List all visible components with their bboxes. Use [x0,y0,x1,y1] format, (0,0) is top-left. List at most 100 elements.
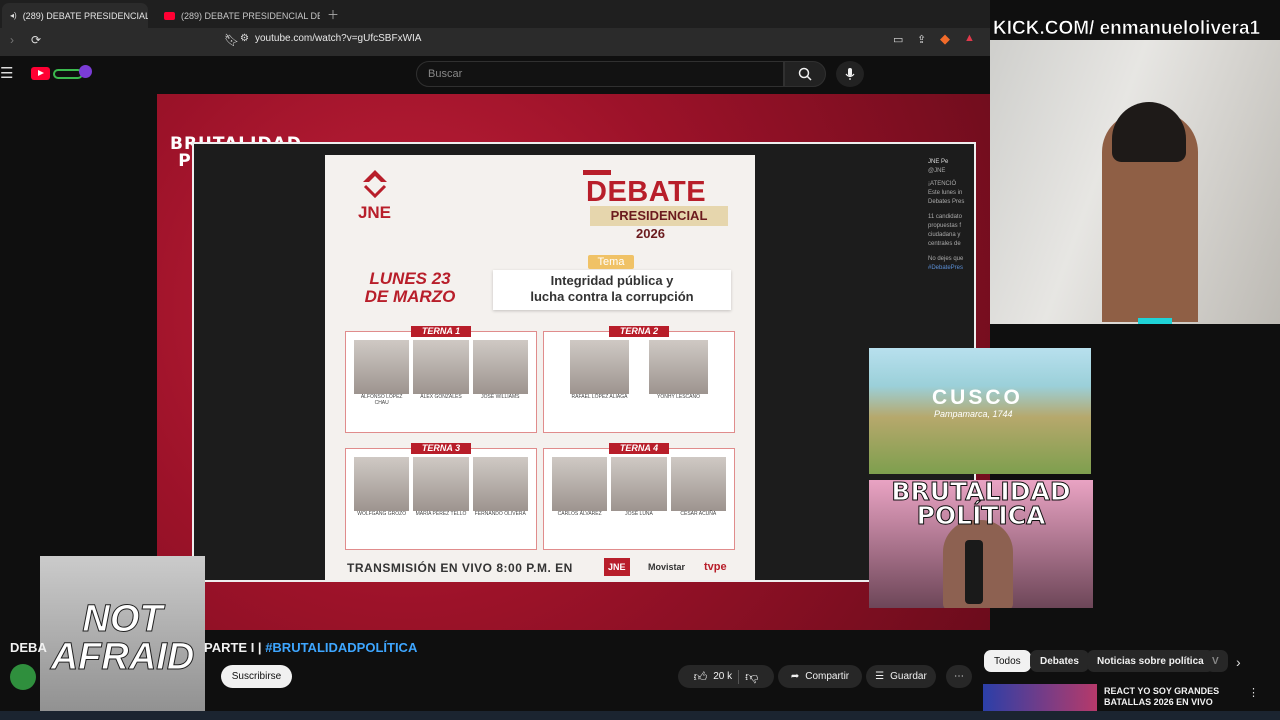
like-count: 20 k [713,671,733,682]
browser-tab-active[interactable]: ◂) (289) DEBATE PRESIDENCIAL ✕ [2,3,148,28]
chip-partial[interactable]: V [1206,650,1228,672]
terna-2: TERNA 2 RAFAEL LÓPEZ ALIAGA YONHY LESCAN… [543,326,735,433]
menu-icon[interactable]: ☰ [0,64,13,82]
streamer-overlay-text: BRUTALIDAD POLÍTICA [891,477,1071,530]
poster-transmision: TRANSMISIÓN EN VIVO 8:00 P.M. EN [347,561,573,575]
youtube-favicon-icon [164,11,175,20]
title-hashtag[interactable]: #BRUTALIDADPOLÍTICA [265,640,417,655]
candidate-name: CÉSAR ACUÑA [680,511,717,517]
tab-label: (289) DEBATE PRESIDENCIAL DEL JN [181,10,320,21]
tweet-line: Este lunes in [928,190,963,196]
kick-channel-text: KICK.COM/ enmanueloliverа1 [993,18,1261,40]
new-tab-icon[interactable]: ＋ [327,6,339,23]
recommendation-thumbnail[interactable] [983,684,1097,712]
like-button[interactable]: 👍︎ 20 k [694,669,733,685]
candidate-photo [472,457,528,511]
forward-icon[interactable]: › [10,33,14,47]
candidate-name: RAFAEL LÓPEZ ALIAGA [571,394,628,400]
candidate-photo [570,340,629,394]
thumbs-up-icon: 👍︎ [693,668,708,684]
tweet-panel: JNE Pe @JNE ¡ATENCIÓ Este lunes in Debat… [928,158,974,358]
movistar-logo: Movistar [648,562,686,572]
more-actions-button[interactable]: ⋯ [946,665,972,688]
cusco-subtitle: Pampamarca, 1744 [934,409,1013,419]
candidate-photo [649,340,708,394]
tema-line-1: Integridad pública y [550,273,674,288]
terna-title: TERNA 2 [609,326,669,337]
tweet-line: @JNE [928,168,946,174]
candidate-photo [354,457,410,511]
mic-icon [845,68,855,80]
tab-label: (289) DEBATE PRESIDENCIAL [22,10,148,21]
search-input[interactable]: Buscar [416,61,784,87]
candidate-name: ALFONSO LÓPEZ CHAU [360,394,403,406]
tweet-line: JNE Pe [928,159,949,165]
url-text[interactable]: youtube.com/watch?v=gUfcSBFxWIA [255,33,421,44]
share-button[interactable]: ➦ Compartir [778,665,862,688]
candidate-name: YONHY LESCANO [657,394,700,400]
tweet-line: Debates Pres [928,199,965,205]
chip-todos[interactable]: Todos [984,650,1031,672]
candidate-photo [413,457,469,511]
tweet-line: No dejes que [928,256,964,262]
reload-icon[interactable]: ⟳ [31,33,41,47]
terna-title: TERNA 1 [411,326,471,337]
cusco-title: CUSCO [932,386,1023,409]
more-icon: ⋯ [954,671,964,682]
candidate-photo [472,340,528,394]
chip-debates[interactable]: Debates [1030,650,1089,672]
youtube-doodle-logo[interactable] [53,65,93,82]
date-line-2: DE MARZO [364,287,456,306]
video-title-left: DEBA [10,640,47,655]
recommendation-menu-icon[interactable]: ⋮ [1248,686,1259,699]
poster-tema: Integridad pública y lucha contra la cor… [493,270,731,310]
voice-search-button[interactable] [836,61,864,87]
search-button[interactable] [784,61,826,87]
cast-icon[interactable]: ▭ [893,33,903,46]
candidate-photo [552,457,608,511]
webcam-overlay [990,40,1280,324]
webcam-light [1138,318,1172,324]
candidate-name: JOSÉ LUNA [625,511,653,517]
save-playlist-icon: ☰ [875,671,885,682]
share-icon[interactable]: ⇪ [917,33,926,46]
candidate-photo [611,457,667,511]
debate-accent-bar [583,170,611,175]
tvpe-logo: tvpe [704,561,727,573]
audio-icon: ◂) [10,11,17,20]
terna-title: TERNA 4 [609,443,669,454]
candidate-name: ÁLEX GONZALES [420,394,462,400]
poster-date: LUNES 23 DE MARZO [350,270,470,306]
chip-noticias[interactable]: Noticias sobre política [1087,650,1214,672]
candidate-photo [670,457,726,511]
jne-media-logo: JNE [604,558,630,576]
recommendation-title[interactable]: REACT YO SOY GRANDES BATALLAS 2026 EN VI… [1104,686,1234,708]
save-button[interactable]: ☰ Guardar [866,665,936,688]
tema-tag: Tema [588,255,634,269]
browser-tab[interactable]: (289) DEBATE PRESIDENCIAL DEL JN [156,3,320,28]
brave-rewards-icon[interactable]: ▲ [964,32,975,44]
like-dislike-group: 👍︎ 20 k 👎︎ [678,665,774,688]
brave-shield-icon[interactable]: ◆ [940,31,950,47]
jne-emblem-icon [363,170,387,198]
poster-presidencial: PRESIDENCIAL [590,206,728,226]
save-label: Guardar [890,671,927,682]
candidate-name: WOLFGANG GROZO [357,511,407,517]
subscribe-button[interactable]: Suscribirse [221,665,292,688]
candidate-photo [354,340,410,394]
search-icon [798,67,812,81]
tweet-line: centrales de [928,241,961,247]
youtube-logo-icon[interactable] [31,67,50,80]
bookmark-icon[interactable]: 🔖︎ [224,33,239,47]
tweet-hashtag: #DebatePres [928,265,964,271]
dislike-button[interactable]: 👎︎ [745,669,758,685]
terna-4: TERNA 4 CARLOS ÁLVAREZ JOSÉ LUNA CÉSAR A… [543,443,735,550]
jne-logo-text: JNE [357,203,392,222]
site-info-icon[interactable]: ⚙ [240,33,249,44]
date-line-1: LUNES 23 [369,269,451,288]
channel-avatar[interactable] [10,664,36,690]
chips-next-icon[interactable]: › [1236,654,1241,670]
not-afraid-text: NOT AFRAID [50,598,195,678]
tema-line-2: lucha contra la corrupción [530,289,694,304]
poster-year: 2026 [636,226,665,241]
